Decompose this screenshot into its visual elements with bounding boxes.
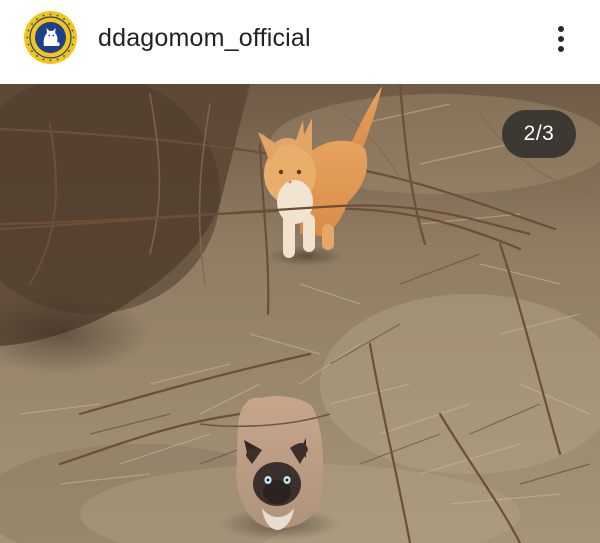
post-photo[interactable]: [0, 84, 600, 543]
username-link[interactable]: ddagomom_official: [98, 22, 311, 54]
association-logo-cat-icon: [24, 11, 77, 64]
cats-photo: [0, 84, 600, 543]
carousel-page-indicator: 2/3: [502, 110, 576, 158]
more-vertical-icon-dot: [558, 36, 564, 42]
more-vertical-icon-dot: [558, 46, 564, 52]
more-options-button[interactable]: [548, 20, 574, 58]
instagram-post: ddagomom_official 2/3: [0, 0, 600, 543]
more-vertical-icon: [558, 26, 564, 32]
profile-avatar[interactable]: [24, 11, 77, 64]
post-header: ddagomom_official: [0, 0, 600, 84]
